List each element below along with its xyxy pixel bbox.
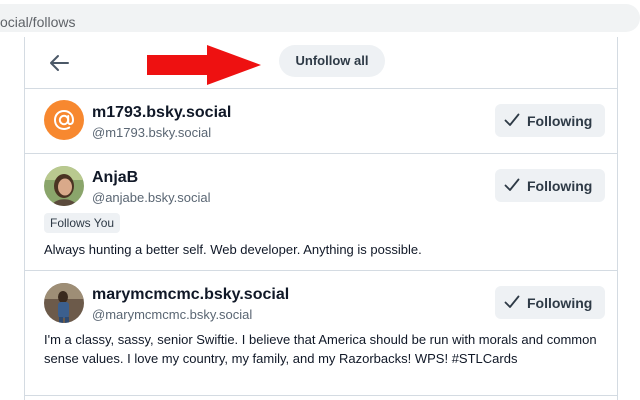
handle: @marymcmcmc.bsky.social [92,307,253,322]
url-text: ocial/follows [0,14,76,30]
avatar[interactable] [44,283,84,323]
url-field[interactable]: ocial/follows [0,4,640,32]
follows-panel: Unfollow all m1793.bsky.social @m1793.bs… [24,37,618,400]
avatar[interactable] [44,166,84,206]
at-sign-icon [53,109,75,131]
bio: Always hunting a better self. Web develo… [44,242,422,257]
handle: @anjabe.bsky.social [92,190,211,205]
display-name[interactable]: marymcmcmc.bsky.social [92,286,289,304]
back-arrow-icon[interactable] [47,53,71,73]
display-name[interactable]: AnjaB [92,169,138,187]
annotation-arrow [145,43,265,87]
browser-address-bar: ocial/follows [0,0,640,36]
checkmark-icon [504,295,520,308]
display-name[interactable]: m1793.bsky.social [92,104,231,122]
handle: @m1793.bsky.social [92,125,212,140]
following-label: Following [527,178,593,194]
bio: I'm a classy, sassy, senior Swiftie. I b… [44,332,597,366]
follows-you-badge: Follows You [44,213,121,233]
following-label: Following [527,295,593,311]
divider [25,88,617,89]
divider [25,395,617,396]
divider [25,153,617,154]
following-button[interactable]: Following [495,286,605,319]
following-button[interactable]: Following [495,104,605,137]
checkmark-icon [504,178,520,191]
avatar[interactable] [44,100,84,140]
divider [25,270,617,271]
following-label: Following [527,113,593,129]
unfollow-all-button[interactable]: Unfollow all [279,45,385,77]
following-button[interactable]: Following [495,169,605,202]
checkmark-icon [504,113,520,126]
